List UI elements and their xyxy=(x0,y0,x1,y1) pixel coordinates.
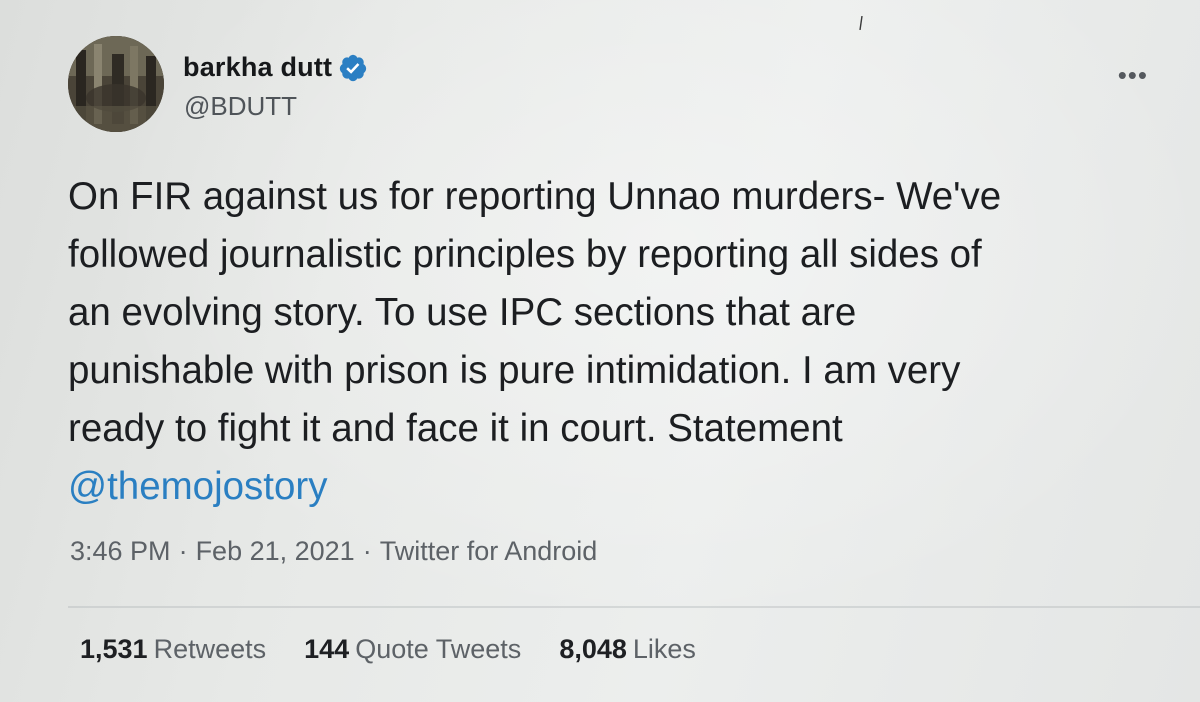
tweet-card: barkha dutt @BDUTT ••• On FIR against us… xyxy=(0,0,1200,702)
avatar[interactable] xyxy=(68,36,164,132)
more-options-icon[interactable]: ••• xyxy=(1118,60,1148,91)
likes-count: 8,048 xyxy=(559,634,627,664)
verified-badge-icon xyxy=(340,54,367,81)
tweet-text-line: followed journalistic principles by repo… xyxy=(68,233,982,276)
meta-separator: · xyxy=(178,536,188,566)
retweets-label: Retweets xyxy=(153,634,267,664)
tweet-date[interactable]: Feb 21, 2021 xyxy=(196,536,355,566)
retweets-count: 1,531 xyxy=(80,634,148,664)
tweet-stats: 1,531 Retweets 144 Quote Tweets 8,048 Likes xyxy=(80,634,696,665)
author-display-name[interactable]: barkha dutt xyxy=(183,52,332,83)
screen-mark xyxy=(859,16,863,30)
tweet-text-line: On FIR against us for reporting Unnao mu… xyxy=(68,175,1002,218)
tweet-text-line: ready to fight it and face it in court. … xyxy=(68,407,843,450)
author-name-row: barkha dutt xyxy=(183,52,368,83)
likes-stat[interactable]: 8,048 Likes xyxy=(559,634,696,665)
tweet-text-line: an evolving story. To use IPC sections t… xyxy=(68,291,857,334)
retweets-stat[interactable]: 1,531 Retweets xyxy=(80,634,266,665)
likes-label: Likes xyxy=(632,634,696,664)
tweet-meta: 3:46 PM · Feb 21, 2021 · Twitter for Android xyxy=(70,536,597,567)
tweet-text: On FIR against us for reporting Unnao mu… xyxy=(68,168,1148,516)
tweet-source[interactable]: Twitter for Android xyxy=(380,536,598,566)
mention-link[interactable]: @themojostory xyxy=(68,458,1148,516)
tweet-text-line: punishable with prison is pure intimidat… xyxy=(68,349,961,392)
meta-separator: · xyxy=(362,536,372,566)
quote-tweets-stat[interactable]: 144 Quote Tweets xyxy=(304,634,521,665)
tweet-time[interactable]: 3:46 PM xyxy=(70,536,171,566)
author-handle[interactable]: @BDUTT xyxy=(184,91,297,122)
divider xyxy=(68,606,1200,608)
quote-tweets-label: Quote Tweets xyxy=(355,634,522,664)
avatar-photo-icon xyxy=(68,36,164,132)
quote-tweets-count: 144 xyxy=(304,634,350,664)
